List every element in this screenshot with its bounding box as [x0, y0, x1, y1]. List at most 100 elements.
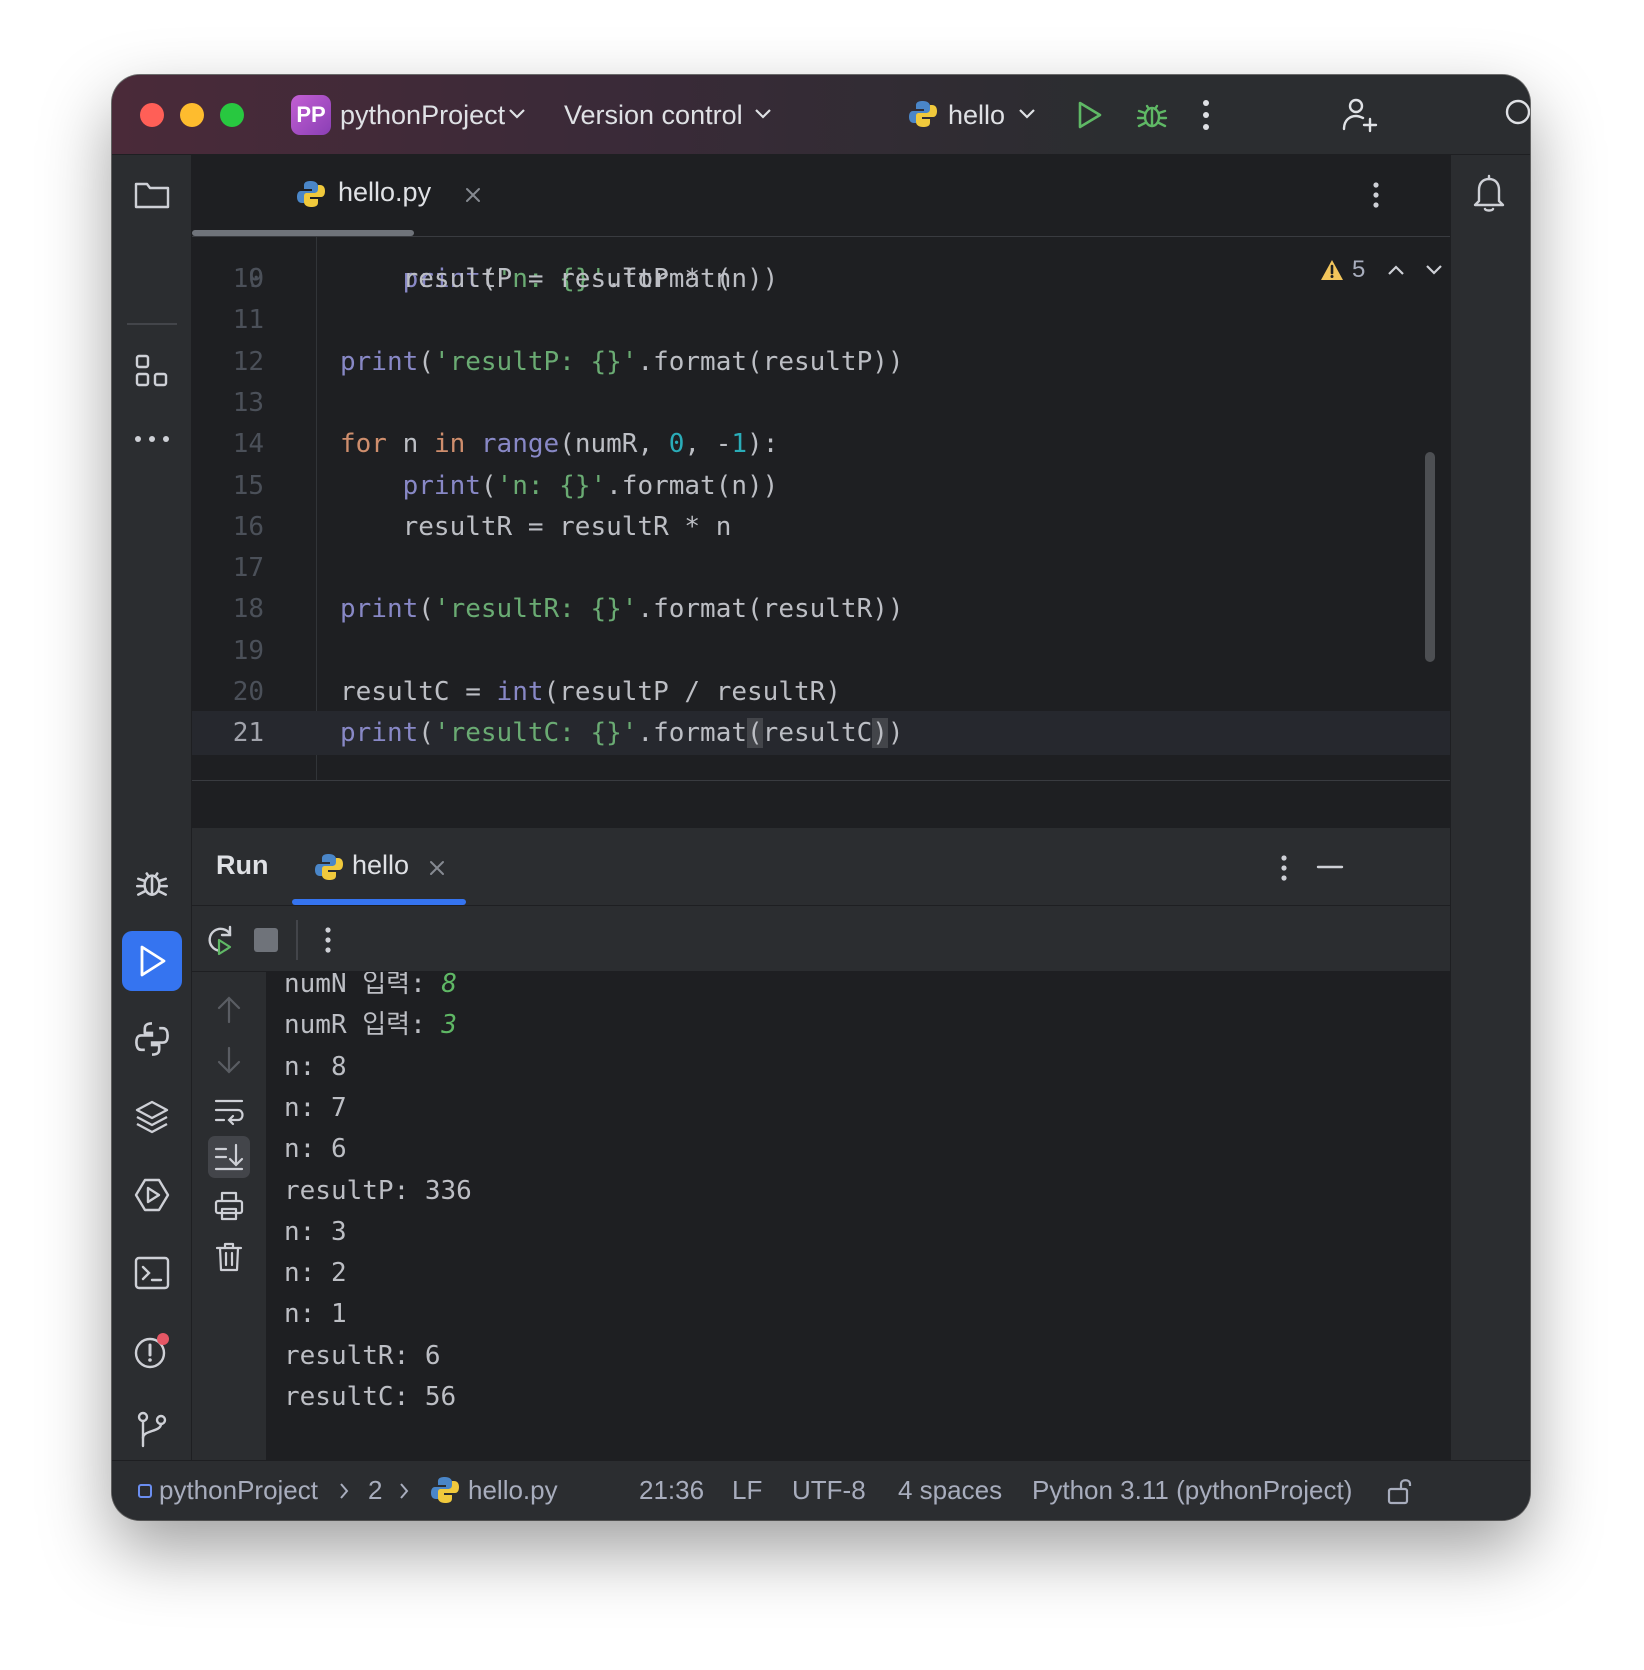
editor-scrollbar[interactable]	[1425, 452, 1435, 662]
project-selector[interactable]: pythonProject	[340, 95, 505, 135]
problems-icon	[134, 1333, 169, 1369]
warning-icon	[1321, 260, 1343, 280]
module-icon	[138, 1484, 152, 1498]
print-icon[interactable]	[213, 1190, 245, 1222]
code-line[interactable]: 17	[192, 546, 1450, 590]
run-configuration-selector[interactable]: hello	[948, 95, 1005, 135]
breadcrumb-file[interactable]: hello.py	[468, 1473, 558, 1507]
console-line: n: 8	[284, 1051, 347, 1082]
line-number: 20	[232, 677, 264, 707]
python-icon	[315, 854, 343, 880]
line-separator[interactable]: LF	[732, 1473, 762, 1507]
code-line[interactable]: 19	[192, 629, 1450, 673]
git-tool-button[interactable]	[122, 1399, 182, 1459]
run-panel-options-icon[interactable]	[1278, 850, 1290, 886]
close-window-button[interactable]	[140, 103, 164, 127]
code-line[interactable]: 14 for n in range(numR, 0, -1):	[192, 422, 1450, 466]
toolbar-separator	[296, 920, 298, 960]
code-line[interactable]: 15 print('n: {}'.format(n))	[192, 464, 1450, 508]
minimize-panel-icon[interactable]	[1316, 865, 1344, 869]
stop-button[interactable]	[254, 928, 278, 952]
chevron-down-icon[interactable]	[754, 107, 772, 121]
code-text: resultC = int(resultP / resultR)	[340, 677, 841, 707]
version-control-menu[interactable]: Version control	[564, 95, 743, 135]
rerun-icon[interactable]	[204, 924, 236, 956]
line-number: 15	[232, 470, 264, 501]
run-console-output[interactable]: numN 입력: 8 numR 입력: 3 n: 8 n: 7 n: 6 resultP:…	[266, 972, 1450, 1460]
chevron-right-icon	[400, 1483, 409, 1499]
code-editor[interactable]: 9 print('n: {}'.format(n)) 10 resultP = …	[192, 237, 1450, 780]
file-encoding[interactable]: UTF-8	[792, 1473, 866, 1507]
caret-position[interactable]: 21:36	[639, 1473, 704, 1507]
bug-icon	[135, 872, 169, 896]
chevron-down-icon[interactable]	[1425, 264, 1443, 276]
structure-tool-button[interactable]	[122, 341, 182, 401]
code-line[interactable]: 18 print('resultR: {}'.format(resultR))	[192, 587, 1450, 631]
python-console-button[interactable]	[122, 1009, 182, 1069]
soft-wrap-icon[interactable]	[213, 1094, 245, 1126]
chevron-right-icon	[340, 1483, 349, 1499]
tab-label: hello.py	[338, 177, 432, 207]
more-run-actions-icon[interactable]	[322, 922, 334, 958]
debug-tool-button[interactable]	[122, 853, 182, 913]
more-actions-icon[interactable]	[1200, 97, 1212, 133]
code-text: resultR = resultR * n	[402, 511, 732, 542]
breadcrumb-folder[interactable]: 2	[368, 1473, 382, 1507]
code-text: for n in range(numR, 0, -1):	[340, 429, 779, 460]
run-button[interactable]	[1072, 99, 1104, 131]
more-tool-windows-button[interactable]	[122, 409, 182, 469]
problems-tool-button[interactable]	[122, 1321, 182, 1381]
search-icon[interactable]	[1500, 97, 1530, 133]
breadcrumb-project[interactable]: pythonProject	[159, 1473, 318, 1507]
project-badge[interactable]: PP	[291, 95, 331, 135]
code-line[interactable]: 11	[192, 298, 1450, 342]
bell-icon	[1473, 174, 1505, 212]
services-icon	[134, 1178, 170, 1212]
indent-setting[interactable]: 4 spaces	[898, 1473, 1002, 1507]
zoom-window-button[interactable]	[220, 103, 244, 127]
branch-icon	[137, 1411, 167, 1448]
run-toolbar	[192, 906, 1450, 972]
chevron-up-icon[interactable]	[1387, 264, 1405, 276]
unlock-icon[interactable]	[1386, 1475, 1414, 1507]
python-interpreter[interactable]: Python 3.11 (pythonProject)	[1032, 1473, 1352, 1507]
console-line: numN 입력: 8	[284, 972, 457, 1006]
terminal-tool-button[interactable]	[122, 1243, 182, 1303]
python-packages-button[interactable]	[122, 1087, 182, 1147]
python-file-icon	[431, 1477, 459, 1503]
console-line: n: 6	[284, 1134, 347, 1165]
line-number: 12	[232, 346, 264, 377]
code-line[interactable]: 20 resultC = int(resultP / resultR)	[192, 670, 1450, 714]
arrow-down-icon[interactable]	[215, 1044, 243, 1076]
trash-icon[interactable]	[213, 1240, 245, 1272]
notifications-button[interactable]	[1459, 163, 1519, 223]
code-line[interactable]: 21 print('resultC: {}'.format(resultC))	[192, 711, 1450, 756]
chevron-down-icon[interactable]	[508, 107, 526, 121]
scroll-to-end-icon	[214, 1143, 244, 1171]
services-tool-button[interactable]	[122, 1165, 182, 1225]
arrow-up-icon[interactable]	[215, 994, 243, 1026]
project-tool-button[interactable]	[122, 165, 182, 225]
python-icon	[909, 101, 937, 127]
chevron-down-icon[interactable]	[1018, 107, 1036, 121]
code-text: resultP = resultP * n	[402, 264, 732, 294]
status-bar: pythonProject 2 hello.py 21:36 LF UTF-8 …	[112, 1460, 1530, 1520]
run-panel-title: Run	[216, 850, 269, 880]
code-line[interactable]: 10 resultP = resultP * n	[192, 257, 1450, 301]
scroll-to-end-button[interactable]	[208, 1136, 250, 1178]
minimize-window-button[interactable]	[180, 103, 204, 127]
code-line[interactable]: 13	[192, 381, 1450, 425]
line-number: 11	[232, 305, 264, 336]
close-tab-icon[interactable]	[428, 859, 446, 877]
inspection-widget[interactable]: 5	[1320, 255, 1443, 285]
run-tool-button[interactable]	[122, 931, 182, 991]
code-line[interactable]: 16 resultR = resultR * n	[192, 505, 1450, 549]
close-tab-icon[interactable]	[464, 186, 482, 204]
debug-button[interactable]	[1134, 97, 1170, 133]
editor-tab-bar: hello.py	[192, 155, 1450, 237]
code-line[interactable]: 12 print('resultP: {}'.format(resultP))	[192, 340, 1450, 384]
console-line: numR 입력: 3	[284, 1010, 458, 1041]
tab-actions-icon[interactable]	[1370, 177, 1382, 213]
add-user-icon[interactable]	[1340, 95, 1380, 135]
console-line: resultR: 6	[284, 1340, 441, 1371]
